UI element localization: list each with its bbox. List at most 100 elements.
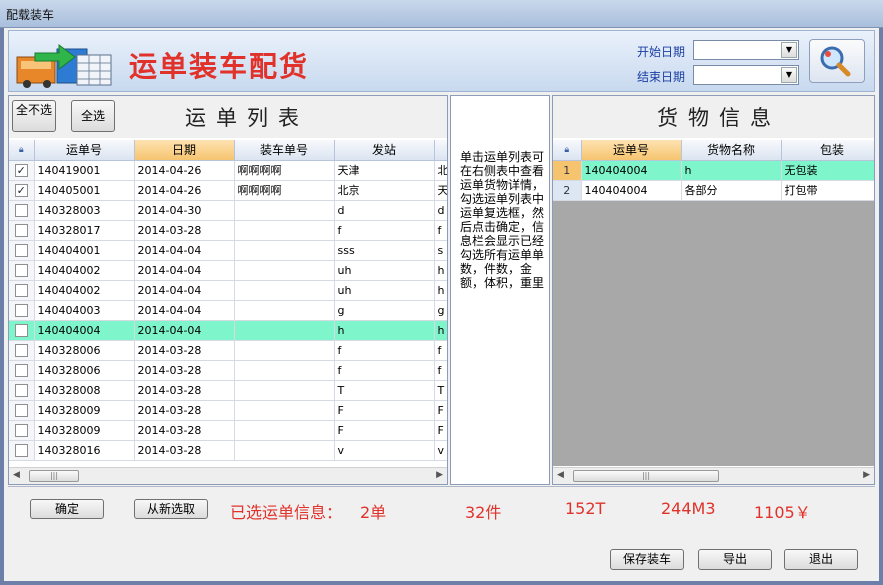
scroll-right-icon[interactable]: ▶ xyxy=(863,470,870,480)
table-row[interactable]: 140328006 2014-03-28 f f xyxy=(9,360,447,381)
search-button[interactable] xyxy=(809,39,865,83)
table-row[interactable]: 140328006 2014-03-28 f f xyxy=(9,340,447,361)
checkbox[interactable] xyxy=(14,363,28,377)
row-checkbox[interactable] xyxy=(9,420,35,441)
waybill-list-header: 全不选 全选 运单列表 xyxy=(9,96,447,138)
col-waybill-no[interactable]: 运单号 xyxy=(34,140,135,161)
cell-station: v xyxy=(334,440,435,461)
page-title: 运单装车配货 xyxy=(129,50,310,83)
table-row[interactable]: 140404003 2014-04-04 g g xyxy=(9,300,447,321)
select-all-column-icon[interactable]: 🔒︎ xyxy=(9,140,35,161)
table-row[interactable]: 140328008 2014-03-28 T T xyxy=(9,380,447,401)
cell-station: 北京 xyxy=(334,180,435,201)
checkbox[interactable] xyxy=(14,343,28,357)
hint-panel: 单击运单列表可在右侧表中查看运单货物详情，勾选运单列表中运单复选框，然后点击确定… xyxy=(450,95,550,485)
export-button[interactable]: 导出 xyxy=(698,549,772,570)
cell-date: 2014-03-28 xyxy=(134,340,235,361)
end-date-picker[interactable]: ▼ xyxy=(693,65,799,85)
checkbox[interactable] xyxy=(14,403,28,417)
checkbox[interactable] xyxy=(14,303,28,317)
selected-volume: 244M3 xyxy=(661,499,716,518)
table-row[interactable]: 140404001 2014-04-04 sss s xyxy=(9,240,447,261)
table-row[interactable]: ✓ 1404190012014-04-26啊啊啊啊天津北 xyxy=(9,160,447,181)
table-row[interactable]: 140328016 2014-03-28 v v xyxy=(9,440,447,461)
hint-text: 单击运单列表可在右侧表中查看运单货物详情，勾选运单列表中运单复选框，然后点击确定… xyxy=(460,150,545,290)
exit-button[interactable]: 退出 xyxy=(784,549,858,570)
row-checkbox[interactable] xyxy=(9,340,35,361)
col-station[interactable]: 发站 xyxy=(334,140,435,161)
checkbox[interactable] xyxy=(14,283,28,297)
row-checkbox[interactable] xyxy=(9,380,35,401)
table-row[interactable]: 1 140404004 h 无包装 xyxy=(553,160,874,181)
checkbox[interactable]: ✓ xyxy=(14,183,28,197)
scroll-left-icon[interactable]: ◀ xyxy=(13,470,20,480)
table-row[interactable]: 2 140404004 各部分 打包带 xyxy=(553,180,874,201)
chevron-down-icon[interactable]: ▼ xyxy=(781,42,797,58)
goods-grid[interactable]: 🔒︎ 运单号 货物名称 包装 1 140404004 h 无包装 2 140404004 各… xyxy=(553,140,874,466)
goods-select-column-icon[interactable]: 🔒︎ xyxy=(553,140,582,161)
cell-loading-no xyxy=(234,440,335,461)
cell-loading-no xyxy=(234,380,335,401)
checkbox[interactable] xyxy=(14,383,28,397)
row-checkbox[interactable] xyxy=(9,440,35,461)
row-checkbox[interactable] xyxy=(9,200,35,221)
scroll-thumb[interactable]: ||| xyxy=(573,470,719,482)
waybill-grid[interactable]: 🔒︎ 运单号 日期 装车单号 发站 ✓ 140419001 2014-04-26 啊啊… xyxy=(9,140,447,466)
table-row[interactable]: 140328009 2014-03-28 F F xyxy=(9,420,447,441)
cell-loading-no xyxy=(234,280,335,301)
goods-horizontal-scrollbar[interactable]: ◀ ||| ▶ xyxy=(553,467,874,484)
cell-extra: f xyxy=(434,340,447,361)
checkbox[interactable] xyxy=(14,223,28,237)
row-checkbox[interactable] xyxy=(9,260,35,281)
main-window: 运单装车配货 开始日期 ▼ 结束日期 ▼ 全不选 全选 运单列表 🔒︎ 运单号 … xyxy=(4,28,879,581)
scroll-right-icon[interactable]: ▶ xyxy=(436,470,443,480)
row-checkbox[interactable]: ✓ xyxy=(9,160,35,181)
table-row[interactable]: ✓ 1404050012014-04-26啊啊啊啊北京天 xyxy=(9,180,447,201)
row-number[interactable]: 2 xyxy=(553,180,582,201)
table-row[interactable]: 140404004 2014-04-04 h h xyxy=(9,320,447,341)
confirm-button[interactable]: 确定 xyxy=(30,499,104,519)
checkbox[interactable] xyxy=(14,243,28,257)
checkbox[interactable] xyxy=(14,263,28,277)
waybill-horizontal-scrollbar[interactable]: ◀ ||| ▶ xyxy=(9,467,447,484)
checkbox[interactable] xyxy=(14,203,28,217)
col-loading-no[interactable]: 装车单号 xyxy=(234,140,335,161)
save-loading-button[interactable]: 保存装车 xyxy=(610,549,684,570)
table-row[interactable]: 140328009 2014-03-28 F F xyxy=(9,400,447,421)
cell-station: g xyxy=(334,300,435,321)
scroll-thumb[interactable]: ||| xyxy=(29,470,79,482)
scroll-left-icon[interactable]: ◀ xyxy=(557,470,564,480)
checkbox[interactable] xyxy=(14,423,28,437)
col-packing[interactable]: 包装 xyxy=(781,140,874,161)
row-checkbox[interactable] xyxy=(9,300,35,321)
row-checkbox[interactable] xyxy=(9,220,35,241)
chevron-down-icon[interactable]: ▼ xyxy=(781,67,797,83)
col-goods-name[interactable]: 货物名称 xyxy=(681,140,782,161)
table-row[interactable]: 140328003 2014-04-30 d d xyxy=(9,200,447,221)
table-row[interactable]: 140404002 2014-04-04 uh h xyxy=(9,280,447,301)
cell-loading-no: 啊啊啊啊 xyxy=(234,180,335,201)
cell-waybill-no: 140328006 xyxy=(34,360,135,381)
row-checkbox[interactable]: ✓ xyxy=(9,180,35,201)
row-number[interactable]: 1 xyxy=(553,160,582,181)
select-all-button[interactable]: 全选 xyxy=(71,100,115,132)
col-date[interactable]: 日期 xyxy=(134,140,235,161)
deselect-all-button[interactable]: 全不选 xyxy=(12,100,56,132)
start-date-picker[interactable]: ▼ xyxy=(693,40,799,60)
row-checkbox[interactable] xyxy=(9,360,35,381)
checkbox[interactable] xyxy=(14,323,28,337)
table-row[interactable]: 140404002 2014-04-04 uh h xyxy=(9,260,447,281)
cell-station: d xyxy=(334,200,435,221)
checkbox[interactable]: ✓ xyxy=(14,163,28,177)
row-checkbox[interactable] xyxy=(9,240,35,261)
row-checkbox[interactable] xyxy=(9,400,35,421)
goods-info-panel: 货物信息 🔒︎ 运单号 货物名称 包装 1 140404004 h 无包装 2 14040… xyxy=(552,95,875,485)
table-row[interactable]: 140328017 2014-03-28 f f xyxy=(9,220,447,241)
col-extra[interactable] xyxy=(434,140,447,161)
row-checkbox[interactable] xyxy=(9,320,35,341)
reselect-button[interactable]: 从新选取 xyxy=(134,499,208,519)
col-goods-waybill-no[interactable]: 运单号 xyxy=(581,140,682,161)
row-checkbox[interactable] xyxy=(9,280,35,301)
cell-waybill-no: 140328006 xyxy=(34,340,135,361)
checkbox[interactable] xyxy=(14,443,28,457)
